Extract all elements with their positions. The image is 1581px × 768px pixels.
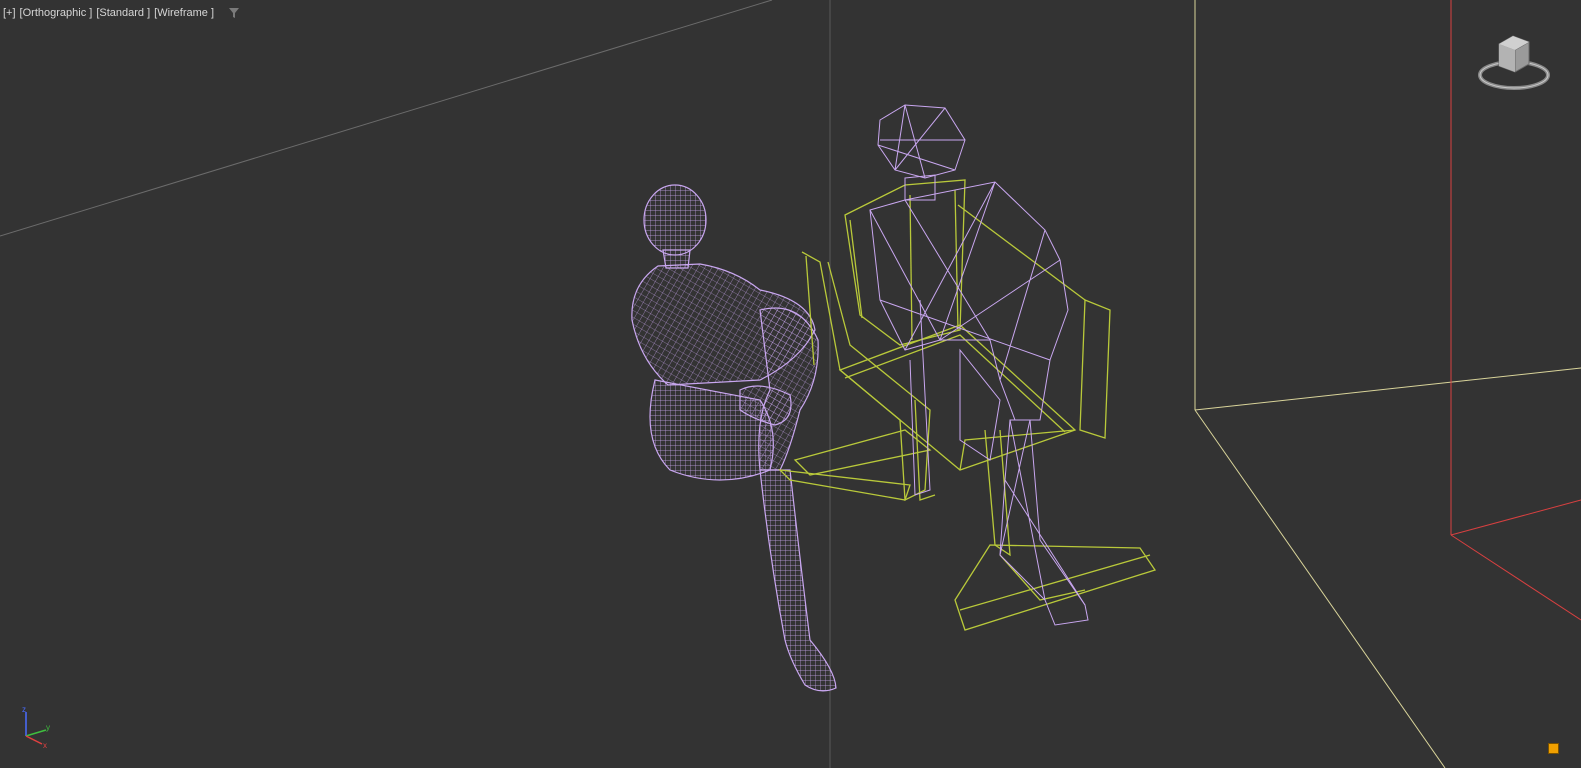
wireframe-scene[interactable] — [0, 0, 1581, 768]
seated-figure-wireframe[interactable] — [631, 184, 837, 692]
filter-icon[interactable] — [228, 7, 240, 19]
standing-figure-wireframe[interactable] — [869, 104, 1089, 626]
y-axis-line — [25, 729, 47, 737]
viewcube-icon[interactable] — [1477, 30, 1551, 96]
viewport-corner-button[interactable] — [1548, 743, 1559, 754]
selection-floor-line — [1450, 499, 1581, 536]
y-axis-label: y — [46, 723, 50, 732]
x-axis-line — [25, 735, 43, 745]
viewport-plus-menu[interactable]: [+] — [3, 7, 16, 19]
viewport-shading-menu[interactable]: [Standard ] — [96, 7, 150, 19]
viewport-view-menu[interactable]: [Orthographic ] — [20, 7, 93, 19]
viewport-mode-menu[interactable]: [Wireframe ] — [154, 7, 214, 19]
viewport-perspective[interactable]: [+] [Orthographic ] [Standard ] [Wirefra… — [0, 0, 1581, 768]
z-axis-label: z — [22, 706, 26, 714]
selection-diagonal-line — [1450, 534, 1581, 621]
wall-floor-line — [1194, 367, 1581, 411]
floor-diagonal-line — [1194, 409, 1446, 768]
viewport-label-bar: [+] [Orthographic ] [Standard ] [Wirefra… — [3, 5, 240, 21]
x-axis-label: x — [43, 741, 47, 750]
axis-tripod: z y x — [18, 705, 58, 752]
chair-wireframe[interactable] — [778, 179, 1157, 631]
